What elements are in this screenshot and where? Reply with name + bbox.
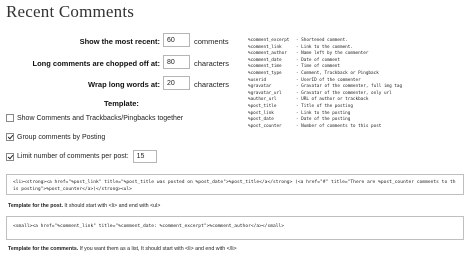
comment-template-hint: Template for the comments. If you want t… <box>8 246 237 252</box>
tag-row: %post_date - Date of the posting <box>248 117 462 124</box>
wrap-words-input[interactable]: 20 <box>163 76 190 90</box>
trackbacks-checkbox[interactable] <box>6 114 14 122</box>
tag-row: %author_url - URL of author or trackback <box>248 97 462 104</box>
tag-row: %comment_author - Name left by the commen… <box>248 51 462 58</box>
group-by-post-checkbox-row[interactable]: Group comments by Posting <box>6 133 105 141</box>
tag-description: - Comment, Trackback or Pingback <box>296 70 379 76</box>
post-template-hint-text: It should start with <li> and end with <… <box>62 203 161 209</box>
post-template-textarea[interactable]: <li><strong><a href="%post_link" title="… <box>6 174 464 195</box>
trackbacks-checkbox-label: Show Comments and Trackbacks/Pingbacks t… <box>17 114 184 122</box>
tag-description: - URL of author or trackback <box>296 97 369 103</box>
tag-description: - Number of comments to this post <box>296 123 382 129</box>
wrap-words-unit: characters <box>194 80 230 89</box>
tag-row: %comment_excerpt - Shortened comment. <box>248 38 462 45</box>
tag-description: - Title of the posting <box>296 103 353 109</box>
tag-reference-table: %comment_excerpt - Shortened comment. %com… <box>248 38 462 130</box>
tag-row: %post_counter - Number of comments to thi… <box>248 124 462 131</box>
tag-row: %comment_time - Time of comment <box>248 64 462 71</box>
tag-name: %comment_type <box>248 70 282 76</box>
tag-name: %comment_time <box>248 64 282 70</box>
tag-name: %post_date <box>248 117 274 123</box>
comment-template-hint-text: If you want them as a list, It should st… <box>78 246 237 252</box>
tag-row: %gravatar - Gravatar of the commenter, fu… <box>248 84 462 91</box>
most-recent-label: Show the most recent: <box>79 37 160 46</box>
group-by-post-checkbox-label: Group comments by Posting <box>17 133 106 141</box>
comment-template-hint-bold: Template for the comments. <box>8 246 79 252</box>
tag-description: - Date of the posting <box>296 117 351 123</box>
limit-per-post-checkbox[interactable] <box>6 152 14 161</box>
tag-name: %comment_author <box>248 51 287 57</box>
most-recent-input[interactable]: 60 <box>163 33 190 47</box>
tag-description: - Shortened comment. <box>296 38 348 43</box>
chopped-off-label: Long comments are chopped off at: <box>32 59 160 68</box>
trackbacks-checkbox-row[interactable]: Show Comments and Trackbacks/Pingbacks t… <box>6 114 183 122</box>
tag-name: %post_title <box>248 103 277 109</box>
group-by-post-checkbox[interactable] <box>6 133 14 141</box>
most-recent-unit: comments <box>194 37 229 46</box>
tag-description: - Gravatar of the commenter, full img ta… <box>296 84 403 90</box>
limit-per-post-checkbox-row[interactable]: Limit number of comments per post: 15 <box>6 150 157 163</box>
comment-template-textarea[interactable]: <small><a href="%comment_link" title="%c… <box>6 216 464 240</box>
tag-row: %post_title - Title of the posting <box>248 104 462 111</box>
tag-name: %comment_excerpt <box>248 38 290 43</box>
limit-per-post-input[interactable]: 15 <box>132 150 157 163</box>
tag-row: %comment_type - Comment, Trackback or Pin… <box>248 71 462 78</box>
tag-description: - Name left by the commenter <box>296 51 369 57</box>
tag-description: - Time of comment <box>296 64 340 70</box>
post-template-hint: Template for the post. It should start w… <box>8 203 160 209</box>
limit-per-post-checkbox-label: Limit number of comments per post: <box>17 153 129 160</box>
chopped-off-input[interactable]: 80 <box>163 55 190 69</box>
chopped-off-unit: characters <box>194 59 230 68</box>
wrap-words-label: Wrap long words at: <box>88 80 160 89</box>
template-label: Template: <box>104 99 139 108</box>
page-title: Recent Comments <box>6 2 135 21</box>
post-template-hint-bold: Template for the post. <box>8 203 63 209</box>
tag-name: %post_counter <box>248 123 282 129</box>
tag-name: %author_url <box>248 97 277 103</box>
tag-name: %gravatar <box>248 84 272 90</box>
tag-row: %post_link - Link to the posting <box>248 111 462 118</box>
